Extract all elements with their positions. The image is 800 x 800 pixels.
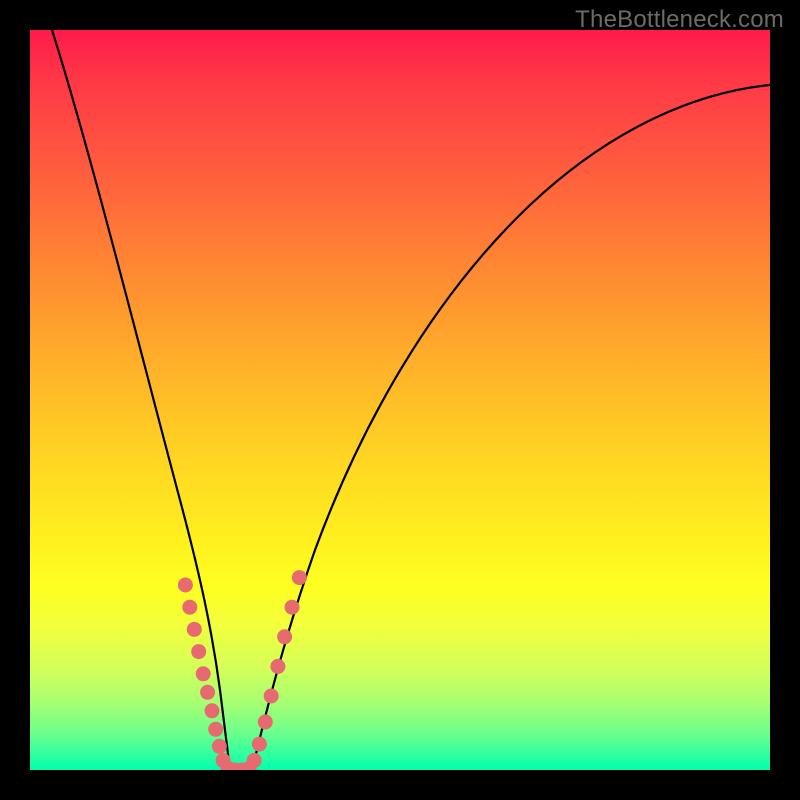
highlight-dot [270, 659, 285, 674]
highlight-dot [187, 622, 202, 637]
highlight-dot [264, 689, 279, 704]
highlight-dot [208, 722, 223, 737]
right-branch-curve [252, 85, 770, 770]
highlight-dot [258, 714, 273, 729]
highlight-dot [200, 685, 215, 700]
highlight-dot [182, 600, 197, 615]
plot-area [30, 30, 770, 770]
highlight-dot [196, 666, 211, 681]
highlight-dot [247, 753, 262, 768]
left-branch-curve [52, 30, 230, 770]
chart-frame: TheBottleneck.com [0, 0, 800, 800]
highlight-dot [252, 737, 267, 752]
highlight-dot [205, 703, 220, 718]
highlight-dot [285, 600, 300, 615]
highlight-dots-layer [178, 570, 307, 770]
highlight-dot [212, 739, 227, 754]
highlight-dot [178, 578, 193, 593]
highlight-dot [191, 644, 206, 659]
highlight-dot [277, 629, 292, 644]
highlight-dot [292, 570, 307, 585]
chart-svg [30, 30, 770, 770]
watermark-text: TheBottleneck.com [575, 6, 784, 34]
curve-group [52, 30, 770, 770]
